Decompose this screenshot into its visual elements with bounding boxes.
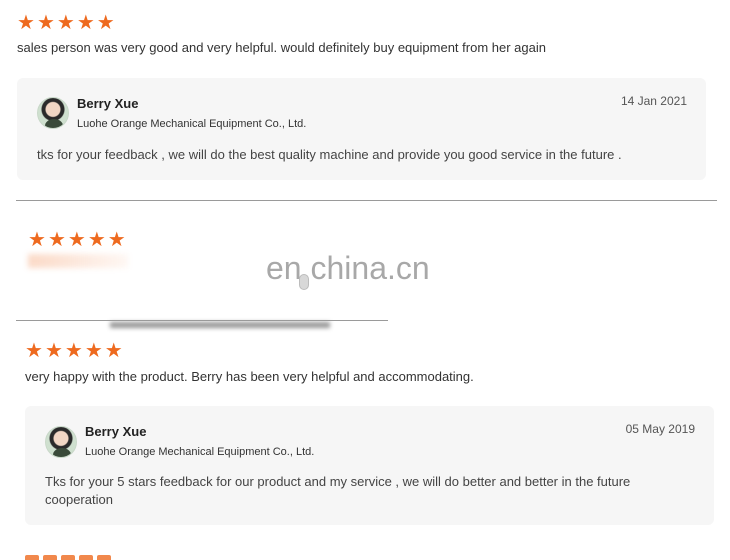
divider [16,200,717,201]
star-icon: ★ [25,338,43,362]
avatar [45,426,77,458]
reply-company-name: Luohe Orange Mechanical Equipment Co., L… [77,118,307,130]
star-icon: ★ [47,227,66,251]
star-icon: ★ [36,10,55,34]
star-icon: ★ [107,227,126,251]
avatar [37,97,69,129]
review-text: very happy with the product. Berry has b… [25,369,474,384]
star-icon: ★ [56,10,75,34]
star-icon [79,555,93,560]
star-icon: ★ [44,338,63,362]
reply-text: tks for your feedback , we will do the b… [37,147,622,162]
reply-date: 05 May 2019 [625,422,695,436]
star-icon: ★ [28,227,46,251]
mouse-cursor-icon [299,274,309,290]
star-icon: ★ [96,10,115,34]
star-icon [43,555,57,560]
rating-stars: ★ ★ ★ ★ ★ [17,12,115,32]
reply-author-name: Berry Xue [77,96,139,111]
seller-reply: Berry Xue Luohe Orange Mechanical Equipm… [25,406,714,525]
star-icon [61,555,75,560]
star-icon: ★ [17,10,35,34]
reflection-blur [28,254,128,268]
watermark: en.china.cn [266,250,430,286]
star-icon [25,555,39,560]
cropped-text-fragment [110,322,330,328]
reply-company-name: Luohe Orange Mechanical Equipment Co., L… [85,446,315,458]
rating-stars: ★ ★ ★ ★ ★ [25,340,123,360]
star-icon: ★ [87,227,106,251]
star-icon: ★ [64,338,83,362]
star-icon: ★ [67,227,86,251]
rating-stars: ★ ★ ★ ★ ★ [28,229,126,249]
star-icon: ★ [84,338,103,362]
divider [16,320,388,321]
rating-stars-partial [25,555,111,560]
review-text: sales person was very good and very help… [17,40,546,55]
star-icon: ★ [104,338,123,362]
star-icon: ★ [76,10,95,34]
reply-author-name: Berry Xue [85,424,147,439]
reply-date: 14 Jan 2021 [620,94,687,108]
seller-reply: Berry Xue Luohe Orange Mechanical Equipm… [17,78,706,180]
reply-text: Tks for your 5 stars feedback for our pr… [45,474,631,507]
star-icon [97,555,111,560]
